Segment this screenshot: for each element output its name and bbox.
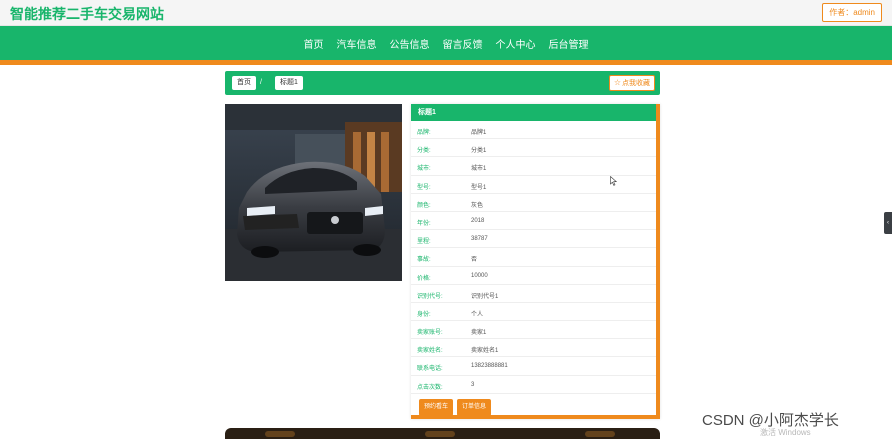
nav-item-cars[interactable]: 汽车信息 [337,36,377,51]
field-label: 价格: [417,275,431,282]
field-label: 点击次数: [417,384,443,391]
breadcrumb-separator: / [260,79,262,86]
detail-title: 标题1 [411,104,656,121]
field-label: 卖家账号: [417,330,443,337]
author-badge: 作者：admin [822,3,882,22]
favorite-button[interactable]: ☆点我收藏 [608,75,655,91]
field-value: 否 [471,257,478,264]
field-label: 身份: [417,311,431,318]
activate-windows-text: 激活 Windows [760,428,811,437]
field-value: 38787 [471,236,488,243]
field-value: 个人 [471,311,484,318]
field-value: 城市1 [471,166,487,173]
star-icon: ☆ [613,78,621,87]
nav-item-profile[interactable]: 个人中心 [496,36,536,51]
field-label: 分类: [417,148,431,155]
detail-row-identity: 身份: 个人 [411,303,656,322]
field-label: 事故: [417,257,431,264]
field-value: 卖家姓名1 [471,348,499,355]
detail-row-price: 价格: 10000 [411,267,656,285]
main-navbar: 首页 汽车信息 公告信息 留言反馈 个人中心 后台管理 [0,26,892,60]
next-section-banner [225,428,660,439]
field-value: 10000 [471,272,488,279]
favorite-label: 点我收藏 [622,80,650,87]
field-label: 识别代号: [417,293,443,300]
nav-accent-stripe [0,60,892,65]
mouse-cursor-icon [610,176,618,186]
field-label: 品牌: [417,130,431,136]
nav-item-announcements[interactable]: 公告信息 [390,36,430,51]
nav-item-feedback[interactable]: 留言反馈 [443,36,483,51]
breadcrumb-home-link[interactable]: 首页 [232,76,256,90]
side-scroll-tab[interactable]: ‹ [884,212,892,234]
detail-row-year: 年份: 2018 [411,212,656,231]
banner-light [585,431,615,437]
detail-row-seller-name: 卖家姓名: 卖家姓名1 [411,339,656,358]
detail-row-phone: 联系电话: 13823888881 [411,357,656,376]
detail-row-accident: 事故: 否 [411,248,656,267]
field-label: 年份: [417,220,431,227]
nav-menu: 首页 汽车信息 公告信息 留言反馈 个人中心 后台管理 [0,26,892,60]
field-value: 品牌1 [471,130,487,136]
car-detail-panel: 标题1 品牌: 品牌1 分类: 分类1 城市: 城市1 型号: 型号1 颜色: 灰色 年份… [411,104,660,419]
breadcrumb-current: 标题1 [275,76,303,90]
field-label: 型号: [417,184,431,191]
breadcrumb: 首页 / 标题1 ☆点我收藏 [225,71,660,95]
detail-row-model: 型号: 型号1 [411,176,656,194]
book-viewing-button[interactable]: 预约看车 [419,399,454,416]
detail-row-brand: 品牌: 品牌1 [411,121,656,140]
detail-row-clicks: 点击次数: 3 [411,376,656,394]
detail-row-vin: 识别代号: 识别代号1 [411,285,656,303]
field-value: 分类1 [471,148,487,155]
detail-row-color: 颜色: 灰色 [411,194,656,212]
top-header: 智能推荐二手车交易网站 作者：admin [0,0,892,26]
field-label: 里程: [417,239,431,246]
field-value: 识别代号1 [471,293,499,300]
field-label: 城市: [417,166,431,173]
field-label: 卖家姓名: [417,348,443,355]
detail-row-category: 分类: 分类1 [411,139,656,158]
detail-row-city: 城市: 城市1 [411,157,656,176]
detail-actions: 预约看车 订单信息 [419,399,492,416]
order-info-button[interactable]: 订单信息 [457,399,492,416]
field-label: 联系电话: [417,366,443,373]
car-image [225,104,402,281]
field-value: 13823888881 [471,363,508,370]
field-value: 2018 [471,217,485,224]
field-value: 卖家1 [471,330,487,337]
banner-light [425,431,455,437]
banner-light [265,431,295,437]
field-value: 灰色 [471,202,484,209]
field-value: 3 [471,381,475,388]
detail-row-mileage: 里程: 38787 [411,230,656,249]
field-label: 颜色: [417,202,431,209]
nav-item-home[interactable]: 首页 [304,36,324,51]
site-title[interactable]: 智能推荐二手车交易网站 [10,4,164,24]
field-value: 型号1 [471,184,487,191]
detail-row-seller-account: 卖家账号: 卖家1 [411,321,656,340]
nav-item-admin[interactable]: 后台管理 [549,36,589,51]
car-photo [225,104,402,281]
